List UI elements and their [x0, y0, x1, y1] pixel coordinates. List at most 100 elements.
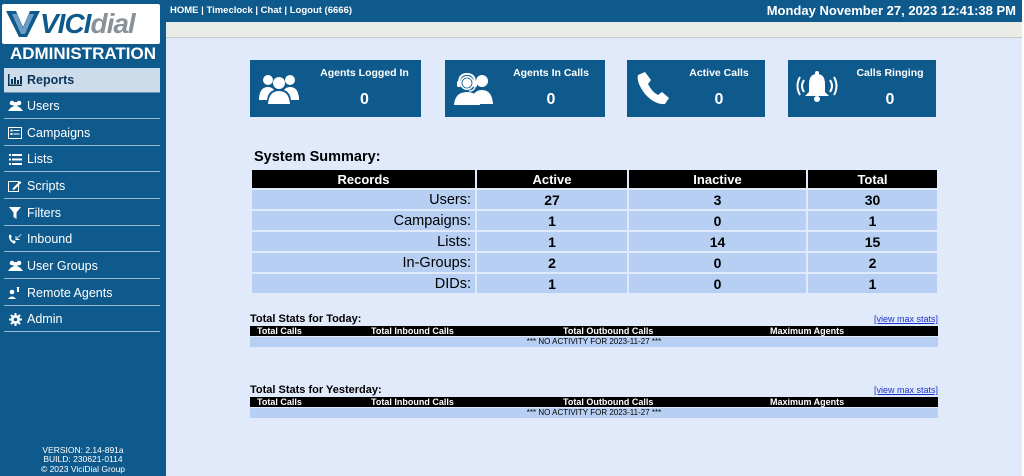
logo-text: VICIdial — [40, 8, 136, 39]
sidebar-item-scripts[interactable]: Scripts — [4, 174, 160, 199]
column-header: Total — [808, 170, 937, 188]
inactive-value[interactable]: 0 — [629, 211, 806, 230]
copyright-text: © 2023 ViciDial Group — [40, 463, 126, 474]
sidebar: VICIdial ADMINISTRATION Reports Users Ca… — [0, 0, 166, 476]
chat-link[interactable]: Chat — [261, 5, 282, 16]
sidebar-item-user-groups[interactable]: User Groups — [4, 254, 160, 279]
sidebar-item-lists[interactable]: Lists — [4, 147, 160, 172]
table-row: In-Groups: 2 0 2 — [252, 253, 937, 272]
sidebar-item-label: Campaigns — [27, 126, 91, 140]
today-stats-section: Total Stats for Today: [view max stats] … — [250, 313, 938, 353]
list-icon — [7, 152, 23, 166]
column-header: Inactive — [629, 170, 806, 188]
column-header: Records — [252, 170, 475, 188]
total-value[interactable]: 2 — [808, 253, 937, 272]
yesterday-stats-header: Total Calls Total Inbound Calls Total Ou… — [250, 397, 938, 407]
system-summary-table: Records Active Inactive Total Users: 27 … — [250, 168, 939, 295]
card-agents-in-calls[interactable]: Agents In Calls 0 — [445, 60, 605, 117]
table-row: Lists: 1 14 15 — [252, 232, 937, 251]
campaigns-icon — [7, 126, 23, 140]
sidebar-item-users[interactable]: Users — [4, 94, 160, 119]
no-activity-message: *** NO ACTIVITY FOR 2023-11-27 *** — [250, 408, 938, 418]
no-activity-message: *** NO ACTIVITY FOR 2023-11-27 *** — [250, 337, 938, 347]
sidebar-item-label: Remote Agents — [27, 286, 113, 300]
active-value[interactable]: 1 — [477, 232, 627, 251]
table-header-row: Records Active Inactive Total — [252, 170, 937, 188]
phone-icon — [635, 70, 677, 106]
total-value[interactable]: 1 — [808, 211, 937, 230]
column-header: Maximum Agents — [770, 326, 845, 336]
active-value[interactable]: 2 — [477, 253, 627, 272]
sidebar-item-label: Users — [27, 99, 60, 113]
gear-icon — [7, 312, 23, 326]
active-value[interactable]: 1 — [477, 274, 627, 293]
card-label: Agents In Calls — [513, 67, 589, 79]
card-value: 0 — [885, 91, 895, 108]
sidebar-item-admin[interactable]: Admin — [4, 307, 160, 332]
bar-chart-icon — [7, 73, 23, 87]
link-separator: | — [281, 5, 290, 16]
top-nav-links: HOME | Timeclock | Chat | Logout (6666) — [170, 5, 352, 16]
timeclock-link[interactable]: Timeclock — [206, 5, 252, 16]
today-stats-header: Total Calls Total Inbound Calls Total Ou… — [250, 326, 938, 336]
column-header: Total Outbound Calls — [563, 397, 654, 407]
sidebar-item-campaigns[interactable]: Campaigns — [4, 121, 160, 146]
filter-icon — [7, 206, 23, 220]
users-icon — [7, 99, 23, 113]
sub-header-strip — [166, 22, 1022, 38]
inactive-value[interactable]: 14 — [629, 232, 806, 251]
card-label: Active Calls — [689, 67, 749, 79]
sidebar-item-label: Lists — [27, 152, 53, 166]
sidebar-item-reports[interactable]: Reports — [4, 68, 160, 93]
column-header: Total Inbound Calls — [371, 326, 454, 336]
view-max-stats-link[interactable]: [view max stats] — [874, 385, 938, 395]
vicidial-logo[interactable]: VICIdial — [2, 4, 160, 44]
row-label[interactable]: In-Groups: — [252, 253, 475, 272]
sidebar-item-label: Admin — [27, 312, 63, 326]
active-value[interactable]: 27 — [477, 190, 627, 209]
row-label[interactable]: Campaigns: — [252, 211, 475, 230]
card-agents-logged-in[interactable]: Agents Logged In 0 — [250, 60, 421, 117]
version-info: VERSION: 2.14-891a BUILD: 230621-0114 © … — [0, 445, 166, 475]
column-header: Maximum Agents — [770, 397, 845, 407]
row-label[interactable]: DIDs: — [252, 274, 475, 293]
sidebar-item-label: Scripts — [27, 179, 66, 193]
column-header: Total Inbound Calls — [371, 397, 454, 407]
sidebar-item-remote-agents[interactable]: Remote Agents — [4, 281, 160, 306]
card-label: Agents Logged In — [320, 67, 409, 79]
inactive-value[interactable]: 0 — [629, 253, 806, 272]
card-active-calls[interactable]: Active Calls 0 — [627, 60, 765, 117]
home-link[interactable]: HOME — [170, 5, 199, 16]
card-label: Calls Ringing — [856, 67, 924, 79]
card-calls-ringing[interactable]: Calls Ringing 0 — [788, 60, 936, 117]
row-label[interactable]: Lists: — [252, 232, 475, 251]
table-row: Campaigns: 1 0 1 — [252, 211, 937, 230]
sidebar-item-label: Filters — [27, 206, 62, 220]
active-value[interactable]: 1 — [477, 211, 627, 230]
column-header: Active — [477, 170, 627, 188]
table-row: Users: 27 3 30 — [252, 190, 937, 209]
administration-title: ADMINISTRATION — [9, 44, 157, 63]
row-label[interactable]: Users: — [252, 190, 475, 209]
sidebar-item-label: User Groups — [27, 259, 98, 273]
link-separator: | — [252, 5, 261, 16]
inbound-call-icon — [7, 232, 23, 246]
system-summary-title: System Summary: — [254, 149, 381, 165]
today-stats-title: Total Stats for Today: — [250, 313, 362, 325]
total-value[interactable]: 15 — [808, 232, 937, 251]
total-value[interactable]: 30 — [808, 190, 937, 209]
card-value: 0 — [714, 91, 724, 108]
inactive-value[interactable]: 3 — [629, 190, 806, 209]
top-bar: HOME | Timeclock | Chat | Logout (6666) … — [166, 0, 1022, 22]
inactive-value[interactable]: 0 — [629, 274, 806, 293]
column-header: Total Calls — [257, 326, 302, 336]
total-value[interactable]: 1 — [808, 274, 937, 293]
view-max-stats-link[interactable]: [view max stats] — [874, 314, 938, 324]
column-header: Total Outbound Calls — [563, 326, 654, 336]
card-value: 0 — [546, 91, 556, 108]
logo-v-icon — [6, 11, 40, 37]
logout-link[interactable]: Logout (6666) — [290, 5, 352, 16]
sidebar-item-inbound[interactable]: Inbound — [4, 227, 160, 252]
sidebar-item-filters[interactable]: Filters — [4, 201, 160, 226]
sidebar-item-label: Reports — [27, 73, 75, 87]
